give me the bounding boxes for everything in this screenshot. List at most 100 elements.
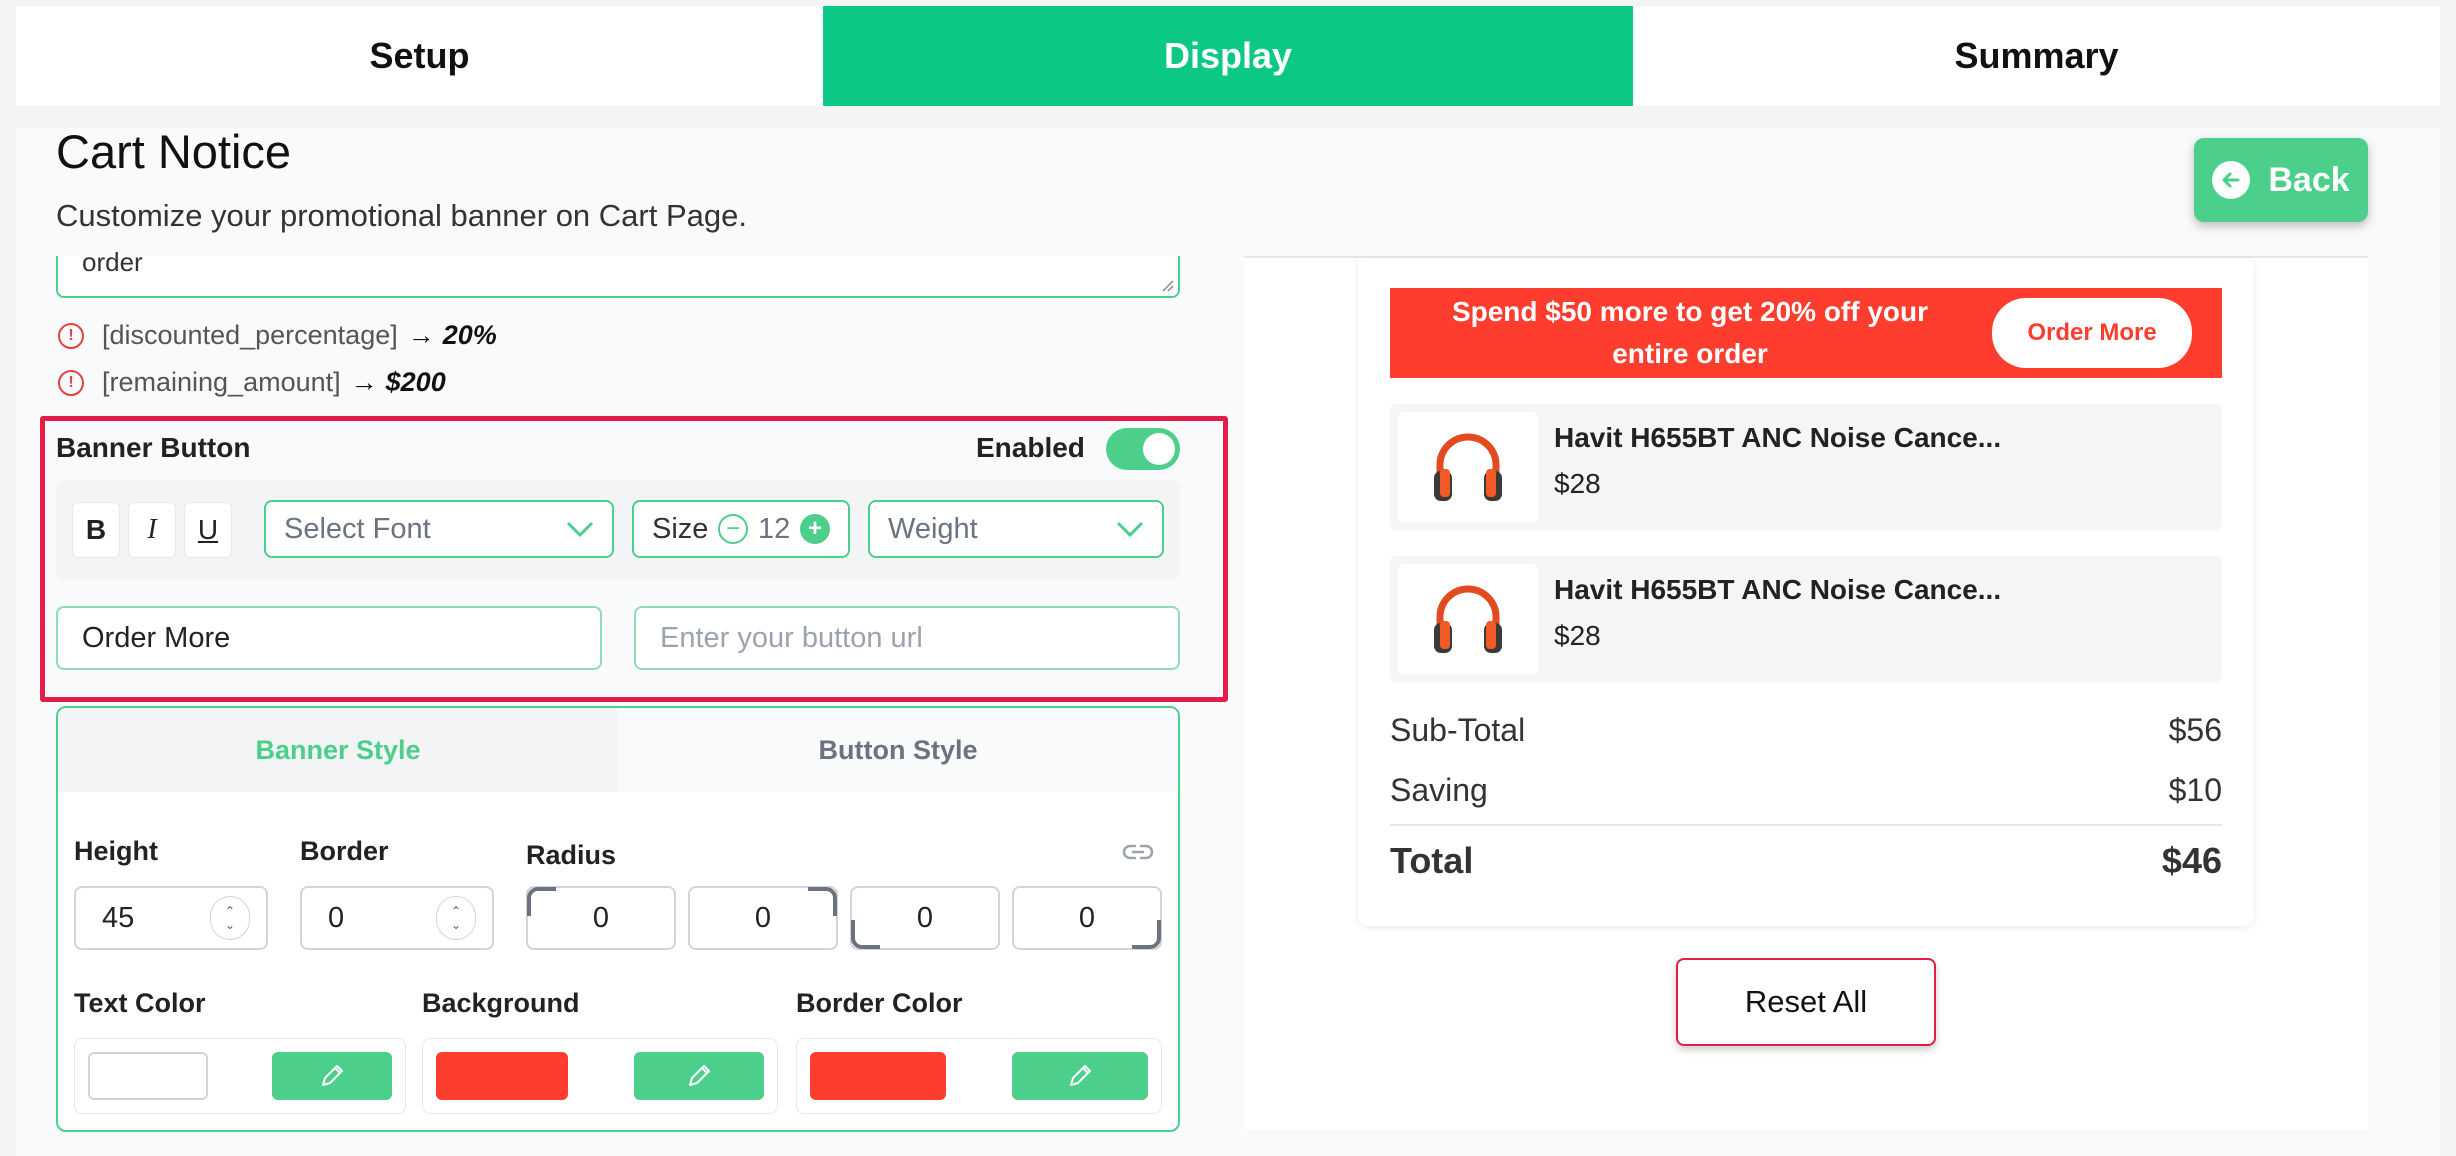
height-input[interactable]: 45 ⌃ ⌄ xyxy=(74,886,268,950)
total-value: $46 xyxy=(2161,840,2222,881)
corner-top-right-icon xyxy=(808,887,837,916)
format-group: B I U xyxy=(72,492,248,568)
pencil-icon xyxy=(322,1065,343,1086)
size-stepper: Size − 12 + xyxy=(632,500,850,558)
text-color-swatch[interactable] xyxy=(88,1052,208,1100)
headphones-icon xyxy=(1434,585,1502,653)
variable-arrow: → xyxy=(407,320,435,350)
product-name: Havit H655BT ANC Noise Cance... xyxy=(1554,574,2002,605)
variable-hint: ! [remaining_amount] → $200 xyxy=(58,367,446,398)
product-name: Havit H655BT ANC Noise Cance... xyxy=(1554,422,2002,453)
font-select-value: Select Font xyxy=(284,512,431,545)
radius-value: 0 xyxy=(916,901,934,934)
button-text-value: Order More xyxy=(82,621,231,654)
bold-button[interactable]: B xyxy=(72,502,120,558)
border-value: 0 xyxy=(328,901,345,934)
pencil-icon xyxy=(689,1065,710,1086)
product-thumbnail xyxy=(1398,564,1538,674)
text-color-edit-button[interactable] xyxy=(272,1052,392,1100)
radius-value: 0 xyxy=(754,901,772,934)
subtotal-label: Sub-Total xyxy=(1390,712,1526,748)
size-label: Size xyxy=(652,512,709,545)
promo-order-button[interactable]: Order More xyxy=(1992,298,2192,368)
background-label: Background xyxy=(422,988,580,1018)
info-icon: ! xyxy=(58,322,84,349)
border-color-edit-button[interactable] xyxy=(1012,1052,1148,1100)
minus-icon[interactable]: − xyxy=(718,514,749,544)
radius-label: Radius xyxy=(526,840,617,870)
promo-banner: Spend $50 more to get 20% off your entir… xyxy=(1390,288,2222,378)
plus-icon[interactable]: + xyxy=(799,514,830,544)
style-tabs: Banner Style Button Style xyxy=(58,708,1178,792)
radius-value: 0 xyxy=(1078,901,1096,934)
chevron-down-icon xyxy=(566,521,594,537)
weight-select-value: Weight xyxy=(888,512,978,545)
weight-select[interactable]: Weight xyxy=(868,500,1164,558)
product-thumbnail xyxy=(1398,412,1538,522)
radius-value: 0 xyxy=(592,901,610,934)
product-price: $28 xyxy=(1554,468,1601,499)
link-icon[interactable] xyxy=(1122,842,1154,862)
tab-display[interactable]: Display xyxy=(823,6,1633,106)
back-label: Back xyxy=(2268,160,2350,199)
tab-banner-style[interactable]: Banner Style xyxy=(58,708,618,792)
reset-all-button[interactable]: Reset All xyxy=(1676,958,1936,1046)
step-tabs: Setup Display Summary xyxy=(16,6,2440,106)
message-textarea[interactable]: order xyxy=(56,249,1180,298)
radius-bottom-right-input[interactable]: 0 xyxy=(1012,886,1162,950)
height-label: Height xyxy=(74,836,158,866)
corner-bottom-left-icon xyxy=(851,920,880,949)
page-subtitle: Customize your promotional banner on Car… xyxy=(56,198,747,233)
tab-setup[interactable]: Setup xyxy=(16,6,823,106)
product-item: Havit H655BT ANC Noise Cance... $28 xyxy=(1390,556,2222,682)
variable-value: 20% xyxy=(442,320,497,350)
tab-button-style[interactable]: Button Style xyxy=(618,708,1178,792)
total-divider xyxy=(1390,824,2222,826)
height-value: 45 xyxy=(102,901,135,934)
background-color-edit-button[interactable] xyxy=(634,1052,764,1100)
corner-top-left-icon xyxy=(527,887,556,916)
corner-bottom-right-icon xyxy=(1132,920,1161,949)
border-color-label: Border Color xyxy=(796,988,963,1018)
border-color-swatch[interactable] xyxy=(810,1052,946,1100)
border-label: Border xyxy=(300,836,389,866)
banner-button-heading: Banner Button xyxy=(56,432,251,463)
button-text-input[interactable]: Order More xyxy=(56,606,602,670)
subtotal-value: $56 xyxy=(2168,712,2222,748)
headphones-icon xyxy=(1434,433,1502,501)
radius-top-left-input[interactable]: 0 xyxy=(526,886,676,950)
total-label: Total xyxy=(1390,840,1474,881)
saving-label: Saving xyxy=(1390,772,1488,808)
size-value: 12 xyxy=(757,512,791,545)
italic-button[interactable]: I xyxy=(128,502,176,558)
product-item: Havit H655BT ANC Noise Cance... $28 xyxy=(1390,404,2222,530)
resize-handle-icon[interactable] xyxy=(1158,276,1174,292)
product-price: $28 xyxy=(1554,620,1601,651)
radius-top-right-input[interactable]: 0 xyxy=(688,886,838,950)
text-color-label: Text Color xyxy=(74,988,206,1018)
page-title: Cart Notice xyxy=(56,125,292,178)
saving-value: $10 xyxy=(2168,772,2222,808)
variable-token: [remaining_amount] xyxy=(102,367,341,397)
variable-token: [discounted_percentage] xyxy=(102,320,398,350)
button-url-input[interactable]: Enter your button url xyxy=(634,606,1180,670)
radius-bottom-left-input[interactable]: 0 xyxy=(850,886,1000,950)
background-color-swatch[interactable] xyxy=(436,1052,568,1100)
promo-banner-text: Spend $50 more to get 20% off your entir… xyxy=(1451,296,1929,369)
message-text: order xyxy=(82,247,143,277)
enabled-toggle[interactable] xyxy=(1106,428,1180,470)
pencil-icon xyxy=(1070,1065,1091,1086)
spinner-icon[interactable]: ⌃ ⌄ xyxy=(436,896,476,940)
spinner-icon[interactable]: ⌃ ⌄ xyxy=(210,896,250,940)
underline-button[interactable]: U xyxy=(184,502,232,558)
arrow-left-icon xyxy=(2212,161,2251,199)
info-icon: ! xyxy=(58,369,84,396)
tab-summary[interactable]: Summary xyxy=(1633,6,2440,106)
border-input[interactable]: 0 ⌃ ⌄ xyxy=(300,886,494,950)
back-button[interactable]: Back xyxy=(2194,138,2368,222)
variable-hint: ! [discounted_percentage] → 20% xyxy=(58,320,497,351)
button-url-placeholder: Enter your button url xyxy=(660,621,923,654)
font-select[interactable]: Select Font xyxy=(264,500,614,558)
variable-arrow: → xyxy=(350,367,378,397)
enabled-label: Enabled xyxy=(976,432,1085,463)
